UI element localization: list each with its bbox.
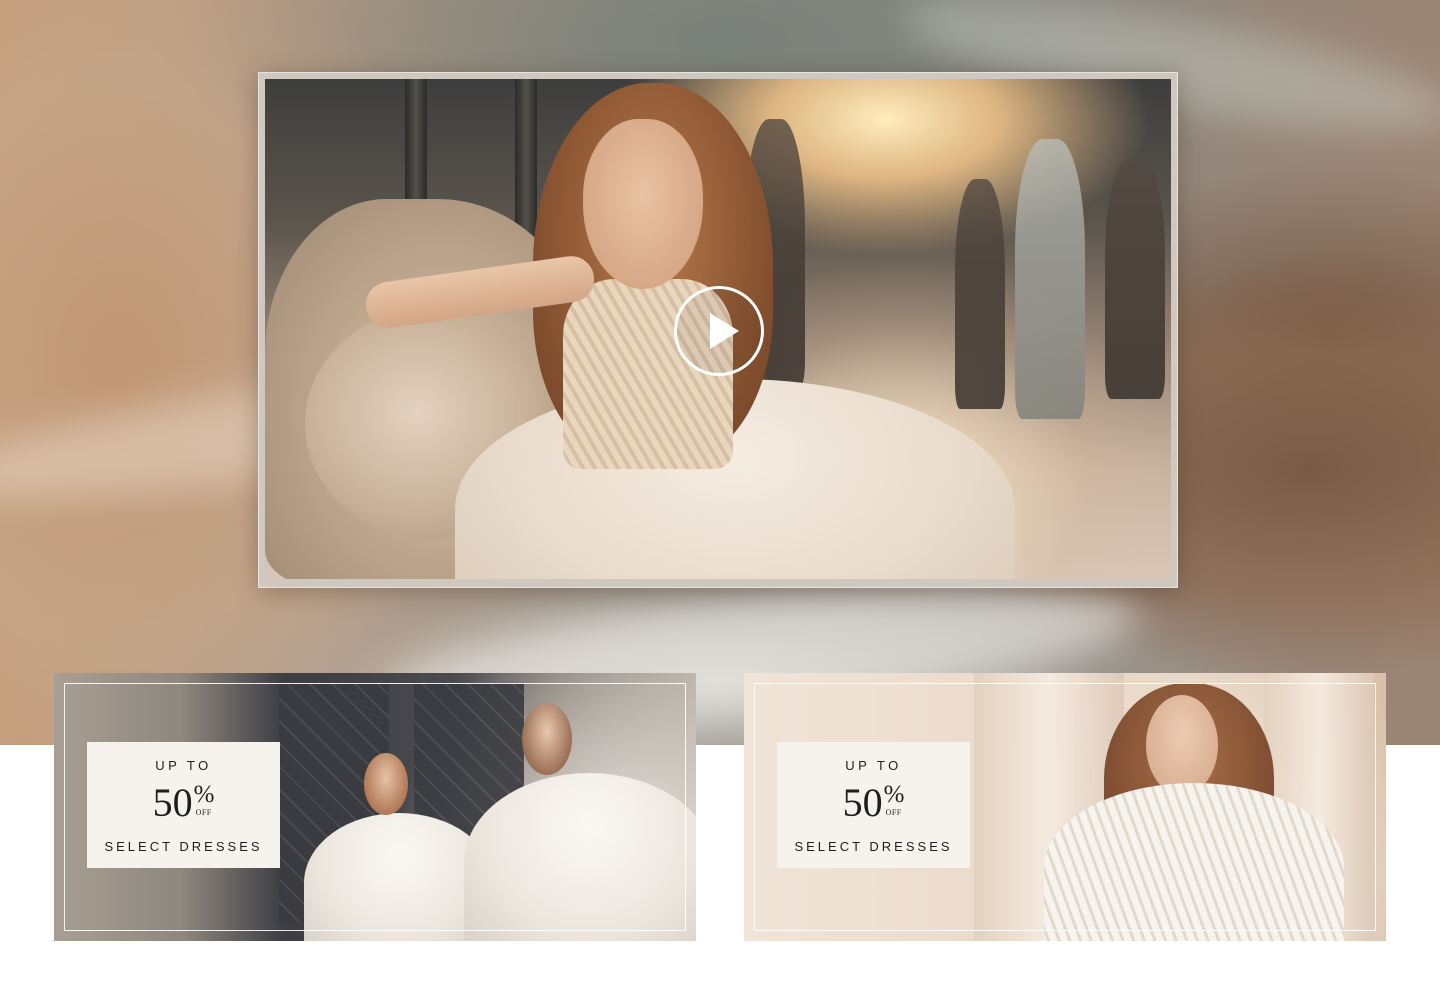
promo-up-to: UP TO [845,758,902,773]
promo-discount: 50% OFF [87,780,280,826]
promo-banner-right[interactable]: UP TO 50% OFF SELECT DRESSES [744,673,1386,941]
promo-up-to: UP TO [155,758,212,773]
promo-banner-left[interactable]: UP TO 50% OFF SELECT DRESSES [54,673,696,941]
promo-discount-number: 50 [842,780,883,825]
promo-discount: 50% OFF [777,780,970,826]
promo-tagline: SELECT DRESSES [794,839,953,854]
promo-discount-number: 50 [152,780,193,825]
background-person [1105,159,1165,399]
promo-card: UP TO 50% OFF SELECT DRESSES [87,742,280,868]
model-face [583,119,703,289]
promo-discount-suffix: % OFF [883,780,905,818]
model-face [1146,695,1218,795]
promo-percent-sign: % [883,781,905,808]
promo-percent-sign: % [193,781,215,808]
bride-head [522,703,572,775]
child-head [364,753,408,815]
promo-discount-suffix: % OFF [193,780,215,818]
promo-off-label: OFF [195,808,212,817]
model-lace-dress [1044,783,1344,941]
background-person [955,179,1005,409]
background-person [1015,139,1085,419]
play-button[interactable] [674,286,764,376]
promo-tagline: SELECT DRESSES [104,839,263,854]
promo-card: UP TO 50% OFF SELECT DRESSES [777,742,970,868]
play-icon [710,313,739,349]
promo-off-label: OFF [885,808,902,817]
